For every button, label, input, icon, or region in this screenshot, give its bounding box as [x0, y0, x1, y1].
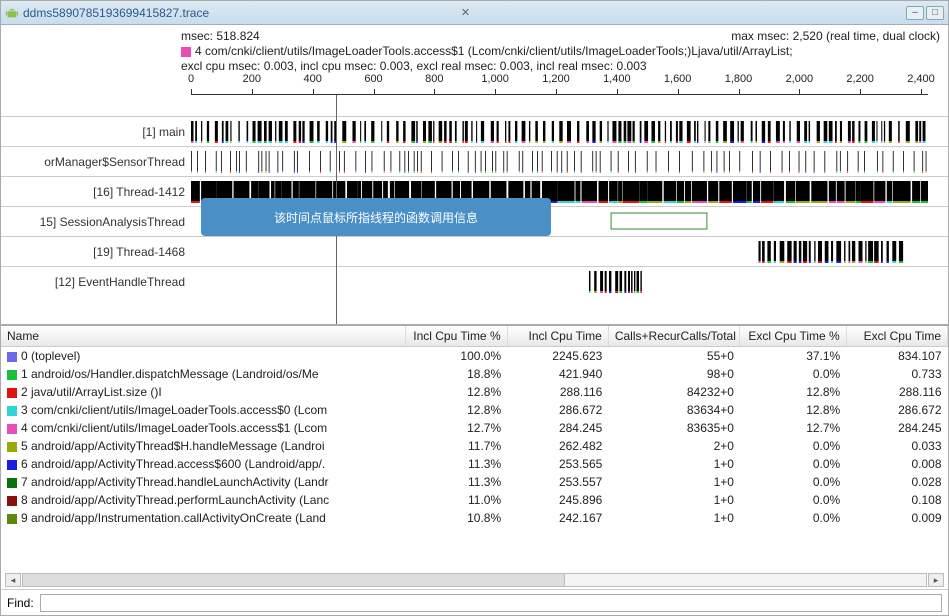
thread-label: [12] EventHandleThread — [1, 275, 191, 289]
max-msec-label: max msec: 2,520 (real time, dual clock) — [731, 29, 940, 44]
method-color-icon — [7, 424, 17, 434]
method-color-icon — [7, 352, 17, 362]
method-color-icon — [7, 514, 17, 524]
table-row[interactable]: 3 com/cnki/client/utils/ImageLoaderTools… — [1, 401, 948, 419]
thread-row[interactable]: orManager$SensorThread — [1, 146, 948, 176]
thread-label: 15] SessionAnalysisThread — [1, 215, 191, 229]
method-color-icon — [7, 478, 17, 488]
thread-label: [1] main — [1, 125, 191, 139]
thread-label: [16] Thread-1412 — [1, 185, 191, 199]
time-ruler[interactable]: 02004006008001,0001,2001,4001,6001,8002,… — [191, 94, 928, 116]
msec-label: msec: 518.824 — [181, 29, 260, 44]
horizontal-scrollbar[interactable]: ◂ ▸ — [1, 571, 948, 589]
table-row[interactable]: 1 android/os/Handler.dispatchMessage (La… — [1, 365, 948, 383]
android-icon — [5, 6, 19, 20]
scroll-right-icon[interactable]: ▸ — [928, 573, 944, 587]
minimize-button[interactable]: – — [906, 6, 924, 20]
scroll-left-icon[interactable]: ◂ — [5, 573, 21, 587]
thread-row[interactable]: [12] EventHandleThread — [1, 266, 948, 296]
thread-row[interactable]: [1] main — [1, 116, 948, 146]
method-color-icon — [7, 460, 17, 470]
method-label: 4 com/cnki/client/utils/ImageLoaderTools… — [195, 44, 793, 58]
method-color-icon — [7, 442, 17, 452]
find-label: Find: — [7, 596, 34, 610]
methods-table: NameIncl Cpu Time %Incl Cpu TimeCalls+Re… — [1, 326, 948, 527]
column-header[interactable]: Excl Cpu Time % — [740, 326, 846, 347]
column-header[interactable]: Name — [1, 326, 406, 347]
excl-label: excl cpu msec: 0.003, incl cpu msec: 0.0… — [181, 59, 940, 74]
column-header[interactable]: Incl Cpu Time — [507, 326, 608, 347]
table-row[interactable]: 4 com/cnki/client/utils/ImageLoaderTools… — [1, 419, 948, 437]
table-row[interactable]: 2 java/util/ArrayList.size ()I12.8%288.1… — [1, 383, 948, 401]
method-color-icon — [7, 406, 17, 416]
column-header[interactable]: Calls+RecurCalls/Total — [608, 326, 740, 347]
find-input[interactable] — [40, 594, 942, 612]
table-row[interactable]: 9 android/app/Instrumentation.callActivi… — [1, 509, 948, 527]
tab-title[interactable]: ddms5890785193699415827.trace — [23, 6, 457, 20]
callout-tooltip: 该时间点鼠标所指线程的函数调用信息 — [201, 198, 551, 236]
column-header[interactable]: Excl Cpu Time — [846, 326, 947, 347]
column-header[interactable]: Incl Cpu Time % — [406, 326, 507, 347]
table-row[interactable]: 5 android/app/ActivityThread$H.handleMes… — [1, 437, 948, 455]
table-row[interactable]: 6 android/app/ActivityThread.access$600 … — [1, 455, 948, 473]
table-row[interactable]: 8 android/app/ActivityThread.performLaun… — [1, 491, 948, 509]
close-icon[interactable]: ✕ — [461, 6, 470, 19]
thread-label: [19] Thread-1468 — [1, 245, 191, 259]
method-color-icon — [7, 496, 17, 506]
thread-row[interactable]: [19] Thread-1468 — [1, 236, 948, 266]
maximize-button[interactable]: □ — [926, 6, 944, 20]
method-color-swatch — [181, 47, 191, 57]
method-color-icon — [7, 388, 17, 398]
table-row[interactable]: 0 (toplevel)100.0%2245.62355+037.1%834.1… — [1, 347, 948, 366]
table-row[interactable]: 7 android/app/ActivityThread.handleLaunc… — [1, 473, 948, 491]
thread-label: orManager$SensorThread — [1, 155, 191, 169]
method-color-icon — [7, 370, 17, 380]
